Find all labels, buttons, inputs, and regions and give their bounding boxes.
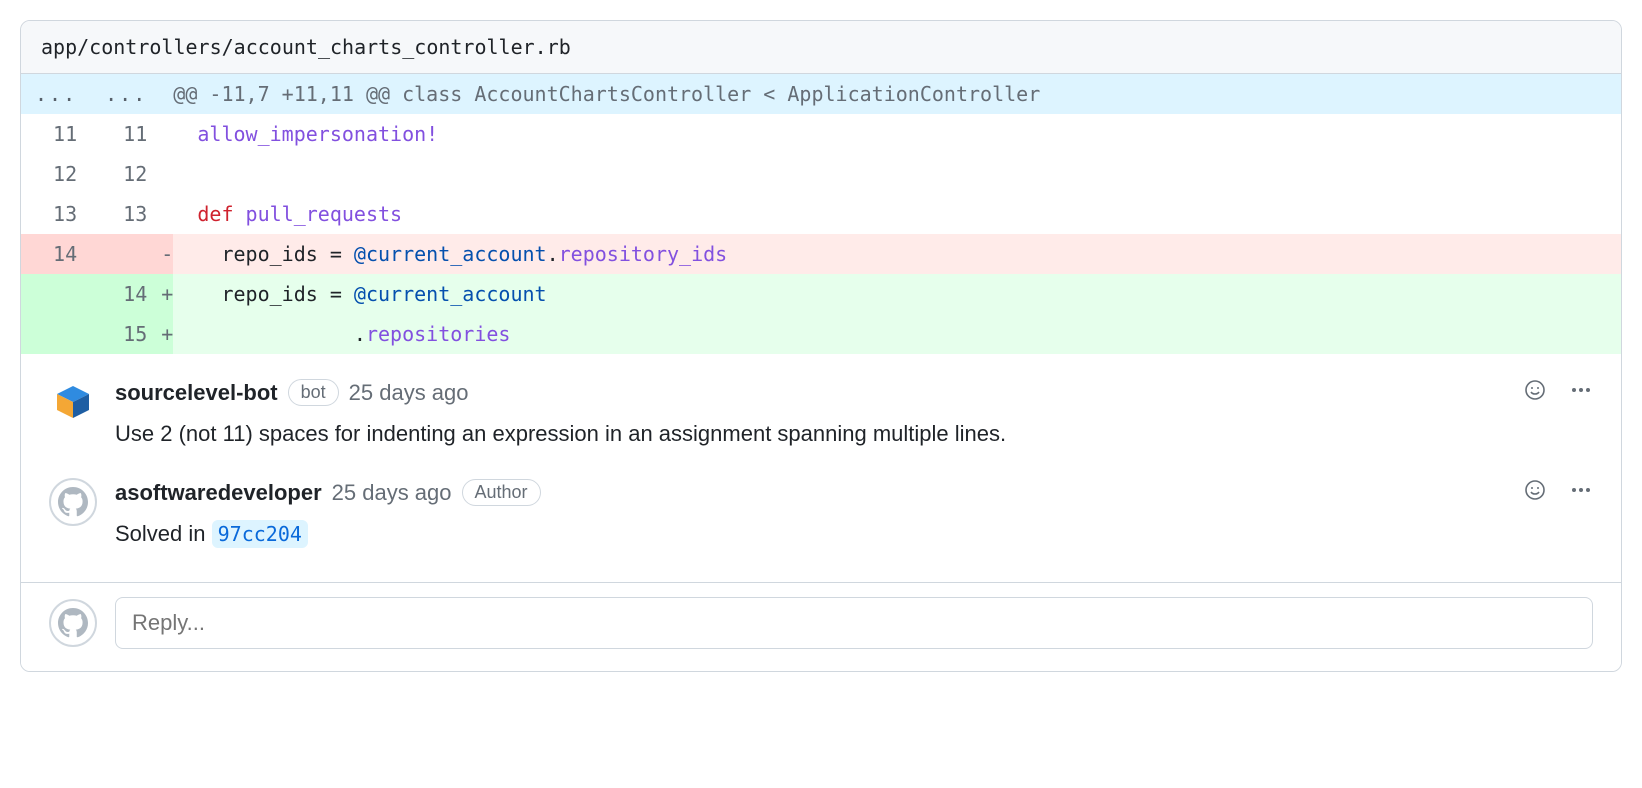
avatar[interactable] [49,599,97,647]
avatar[interactable] [49,478,97,526]
comment-author[interactable]: sourcelevel-bot [115,380,278,406]
code-content: def pull_requests [173,194,1621,234]
line-num-old[interactable]: 14 [21,234,91,274]
comment-header: sourcelevel-bot bot 25 days ago [115,378,1593,407]
github-octicon-icon [58,608,88,638]
line-num-new[interactable]: 13 [91,194,161,234]
comment: sourcelevel-bot bot 25 days ago Use 2 (n… [49,378,1593,450]
diff-marker: + [161,314,173,354]
line-num-new[interactable]: 11 [91,114,161,154]
diff-marker: + [161,274,173,314]
file-path[interactable]: app/controllers/account_charts_controlle… [21,21,1621,74]
diff-table: ... ... @@ -11,7 +11,11 @@ class Account… [21,74,1621,354]
reaction-icon[interactable] [1523,378,1547,407]
reply-input[interactable] [115,597,1593,649]
hunk-ellipsis-old[interactable]: ... [21,74,91,114]
comment-text: Use 2 (not 11) spaces for indenting an e… [115,417,1593,450]
comment-text-prefix: Solved in [115,521,212,546]
code-content: repo_ids = @current_account.repository_i… [173,234,1621,274]
diff-marker [161,154,173,194]
diff-line: 13 13 def pull_requests [21,194,1621,234]
author-badge: Author [462,479,541,506]
commit-link[interactable]: 97cc204 [212,520,308,548]
comment: asoftwaredeveloper 25 days ago Author So… [49,478,1593,550]
diff-marker [161,194,173,234]
line-num-new[interactable]: 15 [91,314,161,354]
line-num-new[interactable] [91,234,161,274]
github-octicon-icon [58,487,88,517]
line-num-old[interactable] [21,274,91,314]
hunk-header-row: ... ... @@ -11,7 +11,11 @@ class Account… [21,74,1621,114]
kebab-menu-icon[interactable] [1569,478,1593,507]
diff-line-addition: 15 + .repositories [21,314,1621,354]
comment-time[interactable]: 25 days ago [332,480,452,506]
sourcelevel-logo-icon [51,380,95,424]
comment-text: Solved in 97cc204 [115,517,1593,550]
avatar[interactable] [49,378,97,426]
diff-marker [161,114,173,154]
line-num-old[interactable]: 12 [21,154,91,194]
comment-time[interactable]: 25 days ago [349,380,469,406]
code-content: repo_ids = @current_account [173,274,1621,314]
hunk-header-text: @@ -11,7 +11,11 @@ class AccountChartsCo… [173,74,1621,114]
diff-container: app/controllers/account_charts_controlle… [20,20,1622,672]
reply-box [21,582,1621,671]
diff-line: 11 11 allow_impersonation! [21,114,1621,154]
diff-line: 12 12 [21,154,1621,194]
review-comments: sourcelevel-bot bot 25 days ago Use 2 (n… [21,354,1621,582]
line-num-new[interactable]: 14 [91,274,161,314]
code-content: .repositories [173,314,1621,354]
bot-badge: bot [288,379,339,406]
diff-line-deletion: 14 - repo_ids = @current_account.reposit… [21,234,1621,274]
reaction-icon[interactable] [1523,478,1547,507]
diff-marker: - [161,234,173,274]
diff-line-addition: 14 + repo_ids = @current_account [21,274,1621,314]
line-num-old[interactable]: 11 [21,114,91,154]
code-content: allow_impersonation! [173,114,1621,154]
code-content [173,154,1621,194]
line-num-old[interactable]: 13 [21,194,91,234]
comment-author[interactable]: asoftwaredeveloper [115,480,322,506]
comment-header: asoftwaredeveloper 25 days ago Author [115,478,1593,507]
line-num-new[interactable]: 12 [91,154,161,194]
kebab-menu-icon[interactable] [1569,378,1593,407]
line-num-old[interactable] [21,314,91,354]
hunk-ellipsis-new[interactable]: ... [91,74,161,114]
